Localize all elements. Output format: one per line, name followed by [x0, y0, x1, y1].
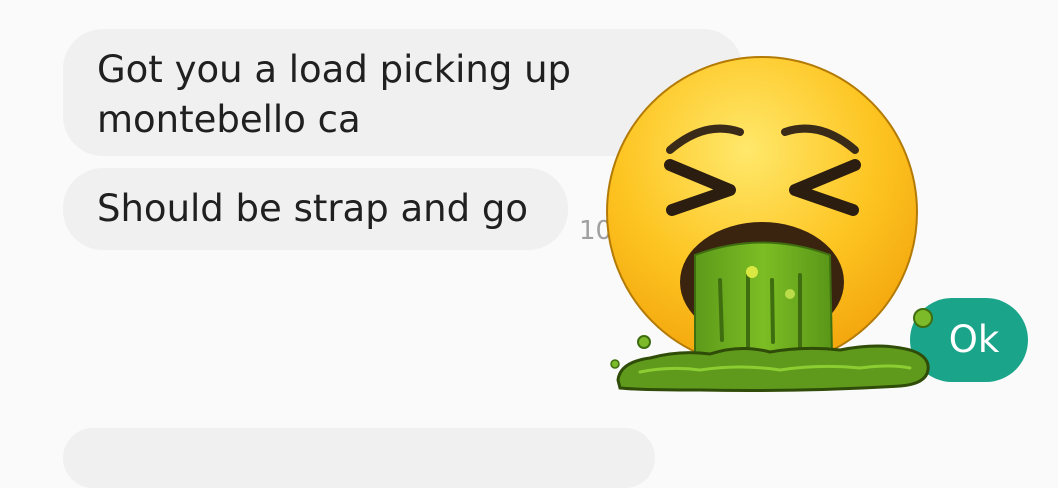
message-bubble[interactable] — [63, 428, 655, 488]
nauseated-vomiting-face-icon — [606, 56, 933, 392]
message-bubble[interactable]: Should be strap and go — [63, 168, 568, 250]
message-text: Got you a load picking up montebello ca — [97, 48, 572, 141]
message-text: Should be strap and go — [97, 187, 528, 230]
